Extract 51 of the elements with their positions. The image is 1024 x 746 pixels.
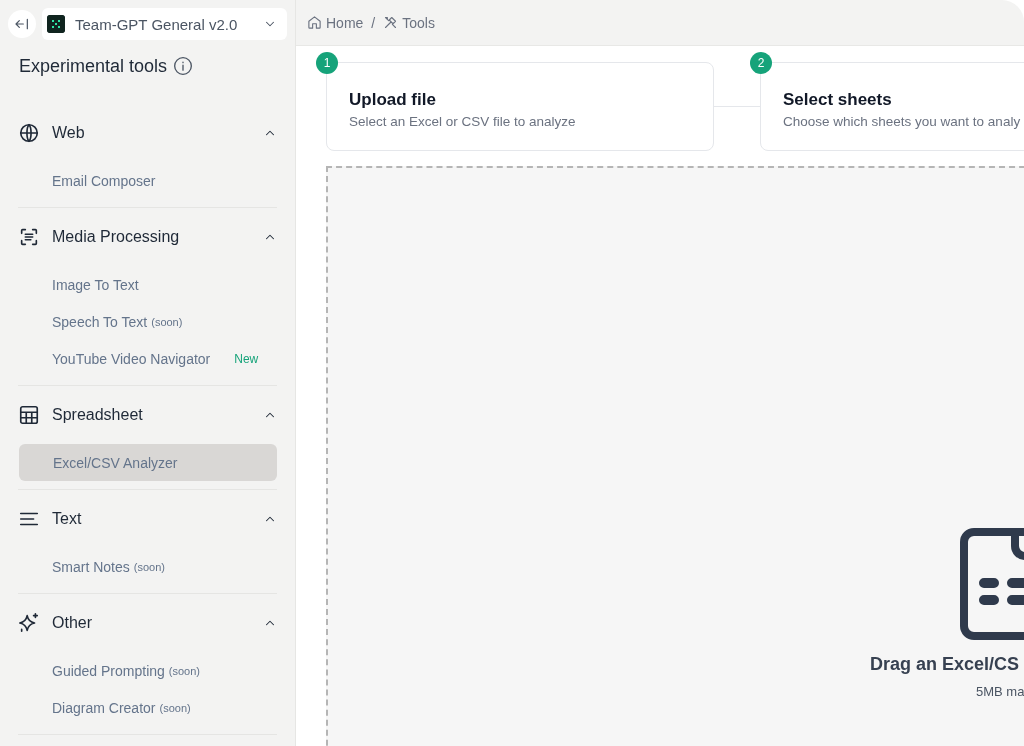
sidebar-title: Experimental tools <box>19 55 168 77</box>
item-label: Image To Text <box>52 276 139 293</box>
new-label: New <box>234 351 259 366</box>
item-label: Excel/CSV Analyzer <box>53 454 178 471</box>
breadcrumb-link[interactable]: Home <box>307 14 364 31</box>
soon-label: (soon) <box>133 560 165 573</box>
step-description: Choose which sheets you want to analy <box>783 114 1022 129</box>
item-label: Diagram Creator <box>52 699 156 716</box>
spreadsheet-file-icon <box>960 528 1024 640</box>
section-header[interactable]: Spreadsheet <box>18 386 277 444</box>
section-header[interactable]: Text <box>18 490 277 548</box>
file-size-hint: 5MB ma <box>976 684 1024 699</box>
step-title: Select sheets <box>783 90 893 110</box>
section-header[interactable]: Web <box>18 104 277 162</box>
step-title: Upload file <box>349 90 437 110</box>
sidebar-item[interactable]: Diagram Creator (soon) <box>18 689 277 726</box>
soon-label: (soon) <box>151 315 183 328</box>
step-number: 1 <box>316 52 338 74</box>
step-description: Select an Excel or CSV file to analyze <box>349 114 577 129</box>
workspace-selector[interactable]: Team-GPT General v2.0 <box>42 8 287 40</box>
drop-zone-title: Drag an Excel/CS <box>870 654 1020 675</box>
sidebar-item[interactable]: Speech To Text (soon) <box>18 303 277 340</box>
soon-label: (soon) <box>168 664 201 677</box>
step-number: 2 <box>750 52 772 74</box>
breadcrumb-separator: / <box>371 14 376 31</box>
file-drop-zone[interactable]: Drag an Excel/CS 5MB ma <box>326 166 1024 746</box>
section-header[interactable]: Other <box>18 594 277 652</box>
sidebar-item[interactable]: Email Composer <box>18 162 277 199</box>
sidebar-item[interactable]: Image To Text <box>18 266 277 303</box>
item-label: YouTube Video Navigator <box>52 350 211 367</box>
sparkle-icon <box>18 612 40 634</box>
home-icon <box>307 15 322 30</box>
workspace-logo-icon <box>47 15 65 33</box>
item-label: Speech To Text <box>52 313 148 330</box>
section-header[interactable]: Media Processing <box>18 208 277 266</box>
item-label: Smart Notes <box>52 558 130 575</box>
sidebar-item[interactable]: YouTube Video Navigator New <box>18 340 277 377</box>
collapse-sidebar-button[interactable] <box>8 10 36 38</box>
arrow-left-bar-icon <box>14 16 30 32</box>
sidebar-item[interactable]: Smart Notes (soon) <box>18 548 277 585</box>
scan-text-icon <box>18 226 40 248</box>
item-label: Email Composer <box>52 172 156 189</box>
sidebar-item[interactable]: Excel/CSV Analyzer <box>19 444 277 481</box>
tools-icon <box>383 15 399 30</box>
globe-icon <box>18 122 40 144</box>
breadcrumb-link[interactable]: Tools <box>383 14 435 31</box>
info-icon[interactable] <box>173 56 194 76</box>
soon-label: (soon) <box>159 701 191 714</box>
item-label: Guided Prompting <box>52 662 165 679</box>
table-icon <box>18 404 40 426</box>
sidebar-item[interactable]: Guided Prompting (soon) <box>18 652 277 689</box>
